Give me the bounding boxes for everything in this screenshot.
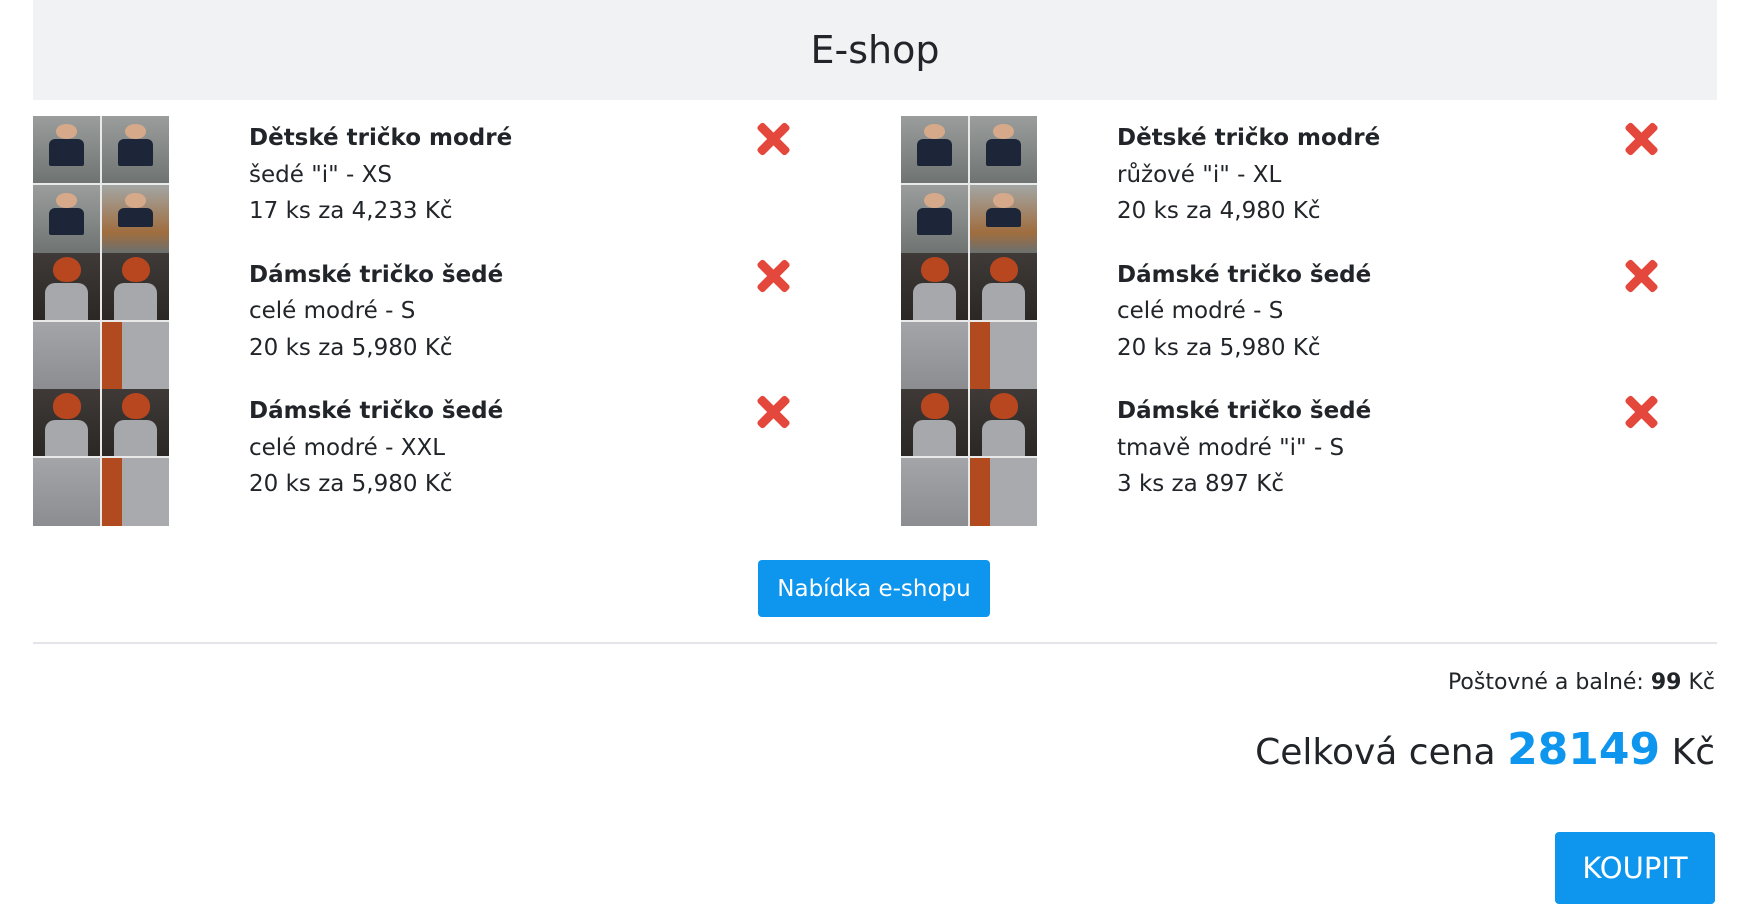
- product-name: Dámské tričko šedé: [249, 261, 504, 288]
- cart-item-info: Dámské tričko šedé celé modré - S 20 ks …: [1117, 257, 1371, 367]
- cart-item: Dětské tričko modré šedé "i" - XS 17 ks …: [33, 116, 813, 253]
- total-label: Celková cena: [1255, 732, 1496, 773]
- cart-item: Dámské tričko šedé celé modré - XXL 20 k…: [33, 389, 813, 526]
- eshop-cart-page: E-shop Dětské tričko modré šedé "i" - XS…: [0, 0, 1754, 922]
- cart-item: Dámské tričko šedé celé modré - S 20 ks …: [901, 252, 1681, 389]
- remove-item-icon[interactable]: [755, 258, 791, 294]
- product-quantity-price: 20 ks za 4,980 Kč: [1117, 198, 1321, 224]
- shipping-cost: Poštovné a balné: 99 Kč: [1448, 670, 1715, 695]
- remove-item-icon[interactable]: [755, 121, 791, 157]
- product-variant: růžové "i" - XL: [1117, 161, 1282, 188]
- eshop-offer-button[interactable]: Nabídka e-shopu: [758, 560, 990, 617]
- product-image: [33, 252, 169, 389]
- product-image: [901, 389, 1037, 526]
- total-price: Celková cena 28149 Kč: [1255, 724, 1715, 775]
- product-name: Dětské tričko modré: [249, 125, 513, 151]
- product-quantity-price: 17 ks za 4,233 Kč: [249, 198, 453, 224]
- product-variant: tmavě modré "i" - S: [1117, 434, 1345, 461]
- buy-button[interactable]: KOUPIT: [1555, 832, 1715, 904]
- product-name: Dámské tričko šedé: [1117, 398, 1372, 424]
- product-image: [901, 252, 1037, 389]
- cart-column-right: Dětské tričko modré růžové "i" - XL 20 k…: [901, 116, 1681, 526]
- product-quantity-price: 20 ks za 5,980 Kč: [249, 334, 453, 361]
- cart-item-info: Dámské tričko šedé celé modré - S 20 ks …: [249, 257, 503, 367]
- shipping-currency: Kč: [1688, 670, 1715, 695]
- product-image: [901, 116, 1037, 253]
- cart-item-info: Dámské tričko šedé tmavě modré "i" - S 3…: [1117, 393, 1371, 503]
- product-name: Dámské tričko šedé: [249, 398, 504, 424]
- remove-item-icon[interactable]: [1623, 394, 1659, 430]
- cart-item-info: Dětské tričko modré šedé "i" - XS 17 ks …: [249, 120, 512, 230]
- product-variant: celé modré - S: [249, 298, 416, 324]
- product-image: [33, 389, 169, 526]
- total-value: 28149: [1507, 724, 1661, 775]
- cart-item: Dámské tričko šedé celé modré - S 20 ks …: [33, 252, 813, 389]
- product-variant: šedé "i" - XS: [249, 161, 393, 188]
- cart-item-info: Dětské tričko modré růžové "i" - XL 20 k…: [1117, 120, 1380, 230]
- product-quantity-price: 20 ks za 5,980 Kč: [1117, 334, 1321, 361]
- shipping-value: 99: [1650, 670, 1682, 695]
- total-currency: Kč: [1671, 732, 1715, 773]
- remove-item-icon[interactable]: [1623, 258, 1659, 294]
- divider: [33, 642, 1717, 644]
- remove-item-icon[interactable]: [1623, 121, 1659, 157]
- cart-item: Dámské tričko šedé tmavě modré "i" - S 3…: [901, 389, 1681, 526]
- shipping-label: Poštovné a balné:: [1447, 670, 1644, 695]
- product-variant: celé modré - XXL: [249, 434, 446, 461]
- product-image: [33, 116, 169, 253]
- page-title: E-shop: [810, 28, 940, 72]
- cart-item: Dětské tričko modré růžové "i" - XL 20 k…: [901, 116, 1681, 253]
- cart-column-left: Dětské tričko modré šedé "i" - XS 17 ks …: [33, 116, 813, 526]
- product-quantity-price: 3 ks za 897 Kč: [1117, 471, 1284, 497]
- product-name: Dětské tričko modré: [1117, 125, 1381, 151]
- product-quantity-price: 20 ks za 5,980 Kč: [249, 471, 453, 497]
- product-name: Dámské tričko šedé: [1117, 261, 1372, 288]
- cart-item-info: Dámské tričko šedé celé modré - XXL 20 k…: [249, 393, 503, 503]
- remove-item-icon[interactable]: [755, 394, 791, 430]
- product-variant: celé modré - S: [1117, 298, 1284, 324]
- page-header: E-shop: [33, 0, 1717, 100]
